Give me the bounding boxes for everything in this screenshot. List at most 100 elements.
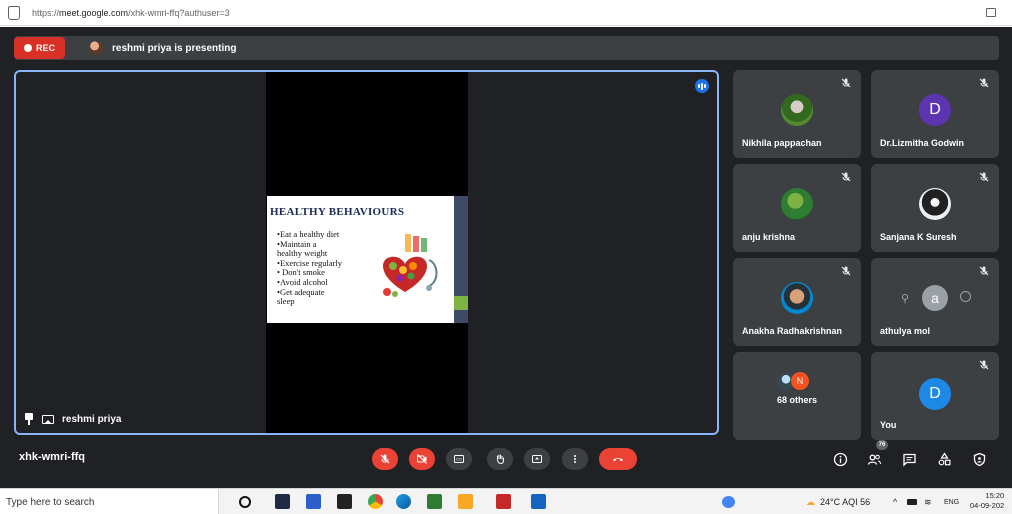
clock[interactable]: 15:20 04-09-202 [970, 491, 1004, 511]
tray-app-icon[interactable] [722, 496, 735, 508]
app-icon[interactable] [427, 494, 442, 509]
search-placeholder: Type here to search [6, 497, 95, 508]
avatar [781, 188, 813, 220]
chevron-up-icon[interactable]: ^ [893, 497, 897, 507]
leave-call-button[interactable] [599, 448, 637, 470]
teams-icon[interactable] [306, 494, 321, 509]
activities-icon [938, 451, 951, 465]
present-screen-icon [532, 455, 542, 463]
mic-off-icon [840, 76, 852, 88]
hang-up-icon [613, 458, 623, 462]
remove-icon[interactable] [960, 291, 971, 302]
record-dot-icon [23, 44, 32, 52]
mic-off-icon [380, 454, 390, 464]
avatar: N [791, 372, 809, 390]
recording-indicator[interactable]: REC [14, 37, 65, 59]
participant-name: You [880, 420, 897, 430]
lock-icon [8, 5, 20, 20]
browser-address-bar[interactable]: https://meet.google.com/xhk-wmri-ffq?aut… [0, 0, 1012, 26]
language-indicator[interactable]: ENG [944, 499, 959, 506]
people-count-badge: 76 [876, 440, 888, 450]
wifi-icon[interactable]: ≋ [924, 497, 932, 508]
clock-date: 04-09-202 [970, 501, 1005, 510]
presentation-banner: REC reshmi priya is presenting [14, 36, 999, 60]
participant-tile[interactable]: Anakha Radhakrishnan [733, 258, 861, 346]
info-icon [833, 452, 847, 466]
speaking-indicator-icon [695, 79, 709, 93]
participant-tile[interactable]: ⚲ a athulya mol [871, 258, 999, 346]
photos-icon[interactable] [531, 494, 546, 509]
more-vert-icon [574, 455, 576, 463]
powerpoint-icon[interactable] [496, 494, 511, 509]
more-options-button[interactable] [562, 448, 588, 470]
people-button[interactable] [866, 451, 882, 467]
avatar: a [922, 285, 948, 311]
windows-taskbar: Type here to search ☁ 24°C AQI 56 ^ ≋ EN… [0, 488, 1012, 514]
camera-toggle-button[interactable] [409, 448, 435, 470]
participant-name: Sanjana K Suresh [880, 232, 957, 242]
participant-tile[interactable]: D Dr.Lizmitha Godwin [871, 70, 999, 158]
host-controls-button[interactable] [971, 451, 987, 467]
battery-icon[interactable] [907, 499, 917, 505]
chat-icon [902, 453, 916, 467]
raise-hand-button[interactable] [487, 448, 513, 470]
store-icon[interactable] [337, 494, 352, 509]
pin-icon[interactable] [24, 413, 34, 425]
chrome-icon[interactable] [368, 494, 383, 509]
task-view-icon[interactable] [275, 494, 290, 509]
avatar [781, 94, 813, 126]
slide: HEALTHY BEHAVIOURS •Eat a healthy diet •… [267, 196, 454, 323]
slide-title: HEALTHY BEHAVIOURS [270, 206, 405, 218]
cortana-icon[interactable] [239, 496, 251, 508]
participant-name: anju krishna [742, 232, 796, 242]
mic-off-icon [978, 358, 990, 370]
meet-surface: REC reshmi priya is presenting HEALTHY B… [0, 27, 1012, 488]
slide-bullet: sleep [277, 296, 295, 307]
presenter-name: reshmi priya [62, 413, 122, 425]
presenting-chip: reshmi priya is presenting [89, 41, 237, 55]
hand-icon [497, 454, 504, 465]
shield-icon [973, 452, 985, 466]
presenter-avatar [89, 41, 103, 55]
file-explorer-icon[interactable] [458, 494, 473, 509]
mic-off-icon [978, 170, 990, 182]
presentation-stage[interactable]: HEALTHY BEHAVIOURS •Eat a healthy diet •… [14, 70, 719, 435]
slide-edge [454, 196, 468, 323]
others-tile[interactable]: N 68 others [733, 352, 861, 440]
participant-name: Dr.Lizmitha Godwin [880, 138, 965, 148]
people-icon [867, 454, 881, 465]
taskbar-search-box[interactable]: Type here to search [0, 489, 219, 514]
mic-off-icon [978, 264, 990, 276]
weather-text[interactable]: 24°C AQI 56 [820, 497, 870, 507]
chat-button[interactable] [901, 451, 917, 467]
tab-search-icon[interactable] [986, 8, 996, 17]
url-text[interactable]: https://meet.google.com/xhk-wmri-ffq?aut… [32, 8, 230, 18]
svg-text:CC: CC [456, 457, 462, 462]
others-count: 68 others [776, 395, 818, 405]
screen-share-icon [42, 414, 54, 424]
participant-name: Anakha Radhakrishnan [742, 326, 843, 336]
mic-toggle-button[interactable] [372, 448, 398, 470]
presenter-label: reshmi priya [24, 413, 121, 425]
self-tile[interactable]: D You [871, 352, 999, 440]
pin-icon[interactable]: ⚲ [901, 292, 909, 305]
activities-button[interactable] [936, 451, 952, 467]
avatar [781, 282, 813, 314]
clock-time: 15:20 [985, 491, 1005, 500]
participant-name: Nikhila pappachan [742, 138, 822, 148]
captions-icon: CC [454, 455, 464, 463]
meeting-details-button[interactable] [832, 451, 848, 467]
participant-tile[interactable]: Sanjana K Suresh [871, 164, 999, 252]
avatar: D [919, 378, 951, 410]
present-button[interactable] [524, 448, 550, 470]
participant-tile[interactable]: Nikhila pappachan [733, 70, 861, 158]
mic-off-icon [840, 170, 852, 182]
rec-label: REC [35, 43, 55, 53]
healthy-food-illustration [383, 234, 438, 297]
mic-off-icon [840, 264, 852, 276]
edge-icon[interactable] [396, 494, 411, 509]
captions-button[interactable]: CC [446, 448, 472, 470]
participant-tile[interactable]: anju krishna [733, 164, 861, 252]
meeting-code: xhk-wmri-ffq [19, 451, 85, 463]
presenting-text: reshmi priya is presenting [112, 42, 237, 54]
